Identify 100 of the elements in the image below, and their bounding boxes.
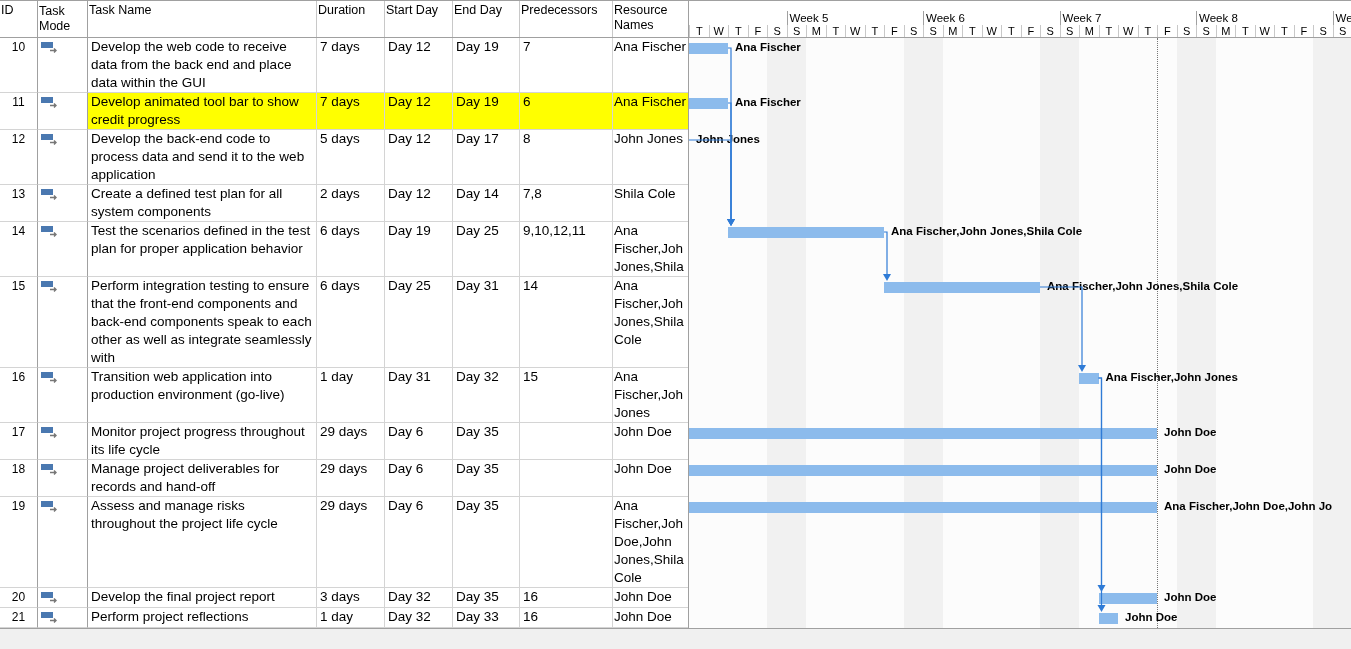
task-name-cell: Develop animated tool bar to show credit progress: [88, 93, 317, 130]
bar-resource-label: Ana Fischer,John Jones,Shila Cole: [891, 224, 1083, 239]
task-mode-icon: [41, 611, 58, 623]
link-arrow: [883, 231, 891, 281]
task-bar[interactable]: [884, 282, 1040, 293]
row-id: 16: [0, 368, 38, 423]
task-name-cell: Develop the back-end code to process data and send it to the web application: [88, 130, 317, 185]
start-day-cell: Day 6: [385, 460, 453, 497]
task-mode-icon: [41, 371, 58, 383]
week-label: Week 6: [923, 11, 965, 25]
bar-resource-label: Ana Fischer,John Jones,Shila Cole: [1047, 279, 1239, 294]
resource-cell: Ana Fischer,Joh Doe,John Jones,Shila Cole: [613, 497, 688, 588]
column-header[interactable]: Task Mode: [38, 1, 88, 37]
end-day-cell: Day 35: [453, 497, 520, 588]
bar-resource-label: Ana Fischer: [735, 95, 801, 110]
duration-cell: 1 day: [317, 368, 385, 423]
end-day-cell: Day 32: [453, 368, 520, 423]
task-mode-icon: [41, 96, 58, 108]
duration-cell: 7 days: [317, 93, 385, 130]
task-bar[interactable]: [1098, 593, 1157, 604]
task-bar[interactable]: [689, 465, 1157, 476]
bar-resource-label: John Doe: [1164, 590, 1217, 605]
week-label: Week 5: [786, 11, 829, 25]
column-header[interactable]: Start Day: [385, 1, 453, 37]
bar-resource-label: Ana Fischer,John Jones: [1105, 370, 1238, 385]
task-mode-icon: [41, 500, 58, 512]
task-name-cell: Transition web application into production environment (go-live): [88, 368, 317, 423]
resource-cell: Ana Fischer,Joh Jones: [613, 368, 688, 423]
start-day-cell: Day 12: [385, 93, 453, 130]
predecessors-cell: 16: [520, 588, 613, 608]
start-day-cell: Day 31: [385, 368, 453, 423]
column-header[interactable]: End Day: [453, 1, 520, 37]
row-id: 20: [0, 588, 38, 608]
duration-cell: 29 days: [317, 423, 385, 460]
resource-cell: Ana Fischer,Joh Jones,Shila Cole: [613, 277, 688, 368]
predecessors-cell: 15: [520, 368, 613, 423]
duration-cell: 6 days: [317, 222, 385, 277]
start-day-cell: Day 6: [385, 423, 453, 460]
bar-resource-label: Ana Fischer,John Doe,John Jo: [1164, 499, 1333, 514]
task-mode-icon: [41, 188, 58, 200]
task-bar[interactable]: [689, 98, 728, 109]
end-day-cell: Day 14: [453, 185, 520, 222]
column-header[interactable]: ID: [0, 1, 38, 37]
start-day-cell: Day 25: [385, 277, 453, 368]
end-day-cell: Day 19: [453, 93, 520, 130]
task-name-cell: Test the scenarios defined in the test plan for proper application behavior: [88, 222, 317, 277]
end-day-cell: Day 25: [453, 222, 520, 277]
row-id: 10: [0, 38, 38, 93]
task-mode-icon: [41, 225, 58, 237]
start-day-cell: Day 19: [385, 222, 453, 277]
duration-cell: 29 days: [317, 497, 385, 588]
task-name-cell: Monitor project progress throughout its life cycle: [88, 423, 317, 460]
duration-cell: 6 days: [317, 277, 385, 368]
task-mode-icon: [41, 133, 58, 145]
task-mode-icon: [41, 591, 58, 603]
task-mode-icon: [41, 426, 58, 438]
row-id: 17: [0, 423, 38, 460]
start-day-cell: Day 32: [385, 608, 453, 628]
column-header[interactable]: Duration: [317, 1, 385, 37]
duration-cell: 3 days: [317, 588, 385, 608]
end-day-cell: Day 31: [453, 277, 520, 368]
task-name-cell: Perform integration testing to ensure that the front-end components and back-end components speak to each other as well as integrate seamlessly with: [88, 277, 317, 368]
end-day-cell: Day 35: [453, 423, 520, 460]
task-bar[interactable]: [1079, 373, 1099, 384]
task-mode-icon: [41, 41, 58, 53]
duration-cell: 2 days: [317, 185, 385, 222]
end-day-cell: Day 17: [453, 130, 520, 185]
task-bar[interactable]: [689, 502, 1157, 513]
bar-resource-label: John Doe: [1164, 425, 1217, 440]
bar-resource-label: John Doe: [1164, 462, 1217, 477]
start-day-cell: Day 12: [385, 185, 453, 222]
task-bar[interactable]: [689, 43, 728, 54]
row-id: 11: [0, 93, 38, 130]
task-bar[interactable]: [689, 428, 1157, 439]
task-name-cell: Assess and manage risks throughout the project life cycle: [88, 497, 317, 588]
column-header[interactable]: Resource Names: [613, 1, 688, 37]
week-label: Week 7: [1059, 11, 1102, 25]
task-bar[interactable]: [728, 227, 884, 238]
column-header[interactable]: Predecessors: [520, 1, 613, 37]
column-header[interactable]: Task Name: [88, 1, 317, 37]
task-name-cell: Create a defined test plan for all system components: [88, 185, 317, 222]
week-label: Week 8: [1196, 11, 1238, 25]
end-day-cell: Day 33: [453, 608, 520, 628]
row-id: 18: [0, 460, 38, 497]
start-day-cell: Day 12: [385, 130, 453, 185]
task-mode-icon: [41, 280, 58, 292]
duration-cell: 1 day: [317, 608, 385, 628]
row-id: 14: [0, 222, 38, 277]
task-bar[interactable]: [1098, 613, 1118, 624]
resource-cell: Ana Fischer: [613, 93, 688, 130]
end-day-cell: Day 35: [453, 588, 520, 608]
resource-cell: John Doe: [613, 423, 688, 460]
end-day-cell: Day 35: [453, 460, 520, 497]
resource-cell: Ana Fischer,Joh Jones,Shila: [613, 222, 688, 277]
predecessors-cell: 16: [520, 608, 613, 628]
row-id: 21: [0, 608, 38, 628]
resource-cell: John Jones: [613, 130, 688, 185]
resource-cell: John Doe: [613, 608, 688, 628]
resource-cell: John Doe: [613, 588, 688, 608]
predecessors-cell: 7,8: [520, 185, 613, 222]
